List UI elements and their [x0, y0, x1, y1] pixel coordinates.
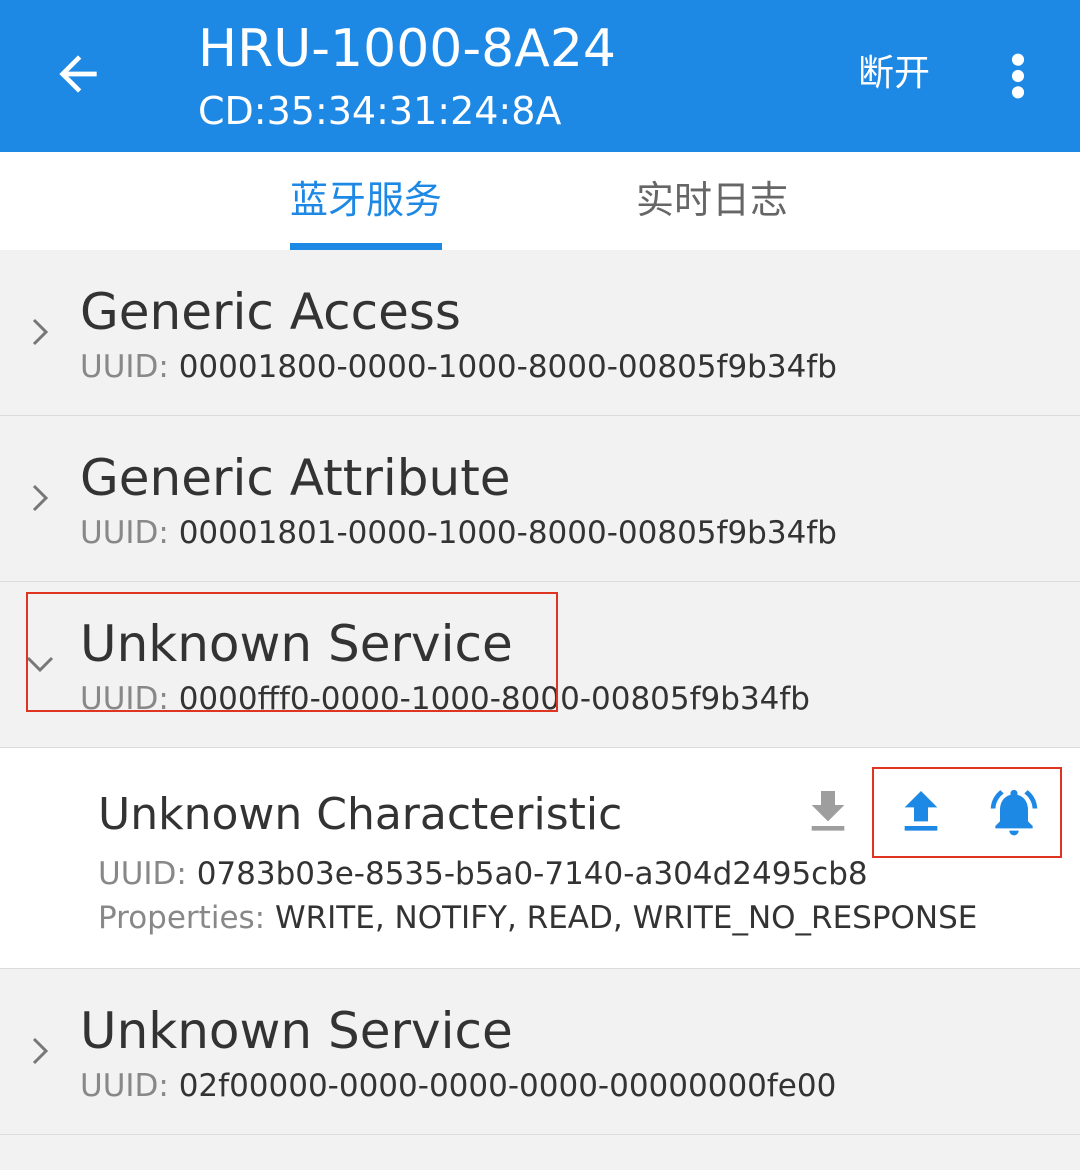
chevron-right-icon	[32, 318, 49, 346]
disconnect-button[interactable]: 断开	[858, 52, 930, 96]
service-item-unknown-service-expanded[interactable]: Unknown Service UUID: 0000fff0-0000-1000…	[0, 582, 1080, 748]
service-name: Unknown Service	[80, 1002, 513, 1060]
service-name: Generic Attribute	[80, 449, 511, 507]
service-name: Generic Access	[80, 283, 461, 341]
uuid-value: 02f00000-0000-0000-0000-00000000fe00	[178, 1068, 837, 1104]
device-mac-address: CD:35:34:31:24:8A	[198, 89, 562, 133]
properties-label: Properties:	[98, 900, 266, 936]
read-icon[interactable]	[800, 784, 856, 840]
device-name: HRU-1000-8A24	[198, 19, 616, 79]
characteristic-item: Unknown Characteristic UUID: 0783b03e-85…	[0, 748, 1080, 969]
service-uuid: UUID: 00001800-0000-1000-8000-00805f9b34…	[80, 347, 837, 387]
uuid-value: 0000fff0-0000-1000-8000-00805f9b34fb	[178, 681, 810, 717]
chevron-right-icon	[32, 1037, 49, 1065]
service-uuid: UUID: 00001801-0000-1000-8000-00805f9b34…	[80, 513, 837, 553]
characteristic-name: Unknown Characteristic	[98, 789, 623, 840]
notify-bell-icon[interactable]	[986, 784, 1042, 840]
service-item-generic-access[interactable]: Generic Access UUID: 00001800-0000-1000-…	[0, 250, 1080, 416]
more-options-icon[interactable]	[1000, 48, 1036, 104]
service-uuid: UUID: 0000fff0-0000-1000-8000-00805f9b34…	[80, 679, 810, 719]
uuid-value: 00001801-0000-1000-8000-00805f9b34fb	[178, 515, 837, 551]
uuid-value: 00001800-0000-1000-8000-00805f9b34fb	[178, 349, 837, 385]
service-name: Unknown Service	[80, 615, 513, 673]
uuid-value: 0783b03e-8535-b5a0-7140-a304d2495cb8	[196, 856, 868, 892]
uuid-label: UUID:	[80, 1068, 169, 1104]
uuid-label: UUID:	[98, 856, 187, 892]
characteristic-uuid: UUID: 0783b03e-8535-b5a0-7140-a304d2495c…	[98, 854, 868, 894]
characteristic-properties: Properties: WRITE, NOTIFY, READ, WRITE_N…	[98, 898, 977, 938]
write-icon[interactable]	[893, 784, 949, 840]
back-arrow-icon[interactable]	[50, 46, 106, 102]
uuid-label: UUID:	[80, 349, 169, 385]
chevron-right-icon	[32, 484, 49, 512]
tab-bar: 蓝牙服务 实时日志	[0, 152, 1080, 251]
service-item-unknown-service[interactable]: Unknown Service UUID: 02f00000-0000-0000…	[0, 969, 1080, 1135]
uuid-label: UUID:	[80, 515, 169, 551]
service-item-generic-attribute[interactable]: Generic Attribute UUID: 00001801-0000-10…	[0, 416, 1080, 582]
app-bar: HRU-1000-8A24 CD:35:34:31:24:8A 断开	[0, 0, 1080, 152]
active-tab-indicator	[290, 243, 442, 250]
uuid-label: UUID:	[80, 681, 169, 717]
service-uuid: UUID: 02f00000-0000-0000-0000-00000000fe…	[80, 1066, 836, 1106]
chevron-down-icon	[26, 656, 54, 673]
properties-value: WRITE, NOTIFY, READ, WRITE_NO_RESPONSE	[274, 900, 978, 936]
tab-realtime-log[interactable]: 实时日志	[636, 176, 788, 224]
tab-bluetooth-services[interactable]: 蓝牙服务	[290, 176, 442, 224]
